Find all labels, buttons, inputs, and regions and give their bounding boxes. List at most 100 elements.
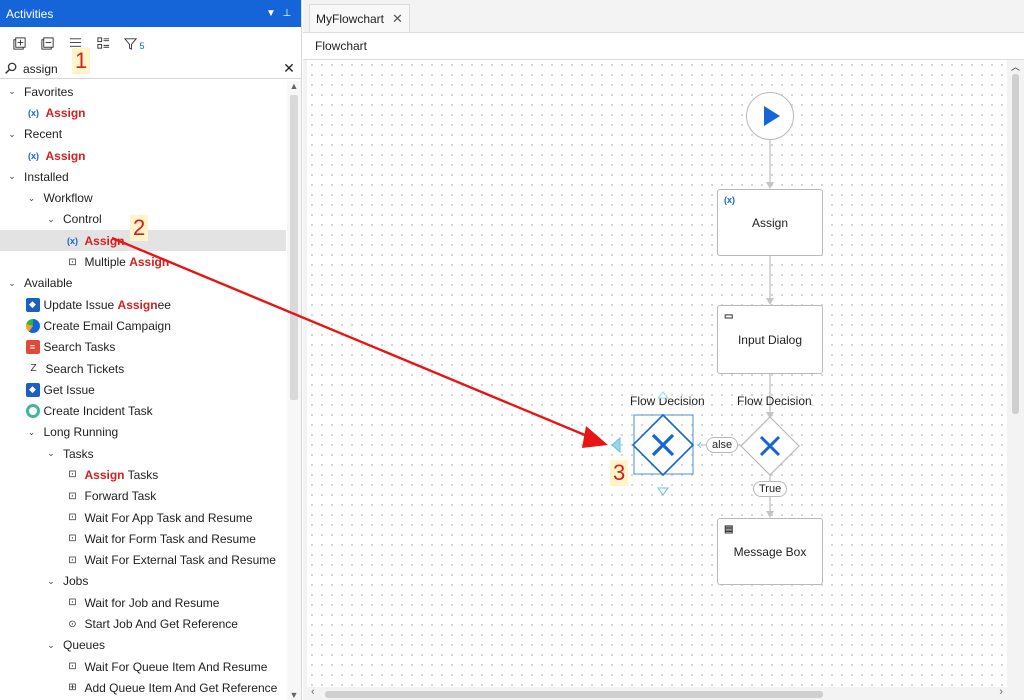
tree-item-label: Start Job And Get Reference: [84, 617, 238, 632]
chevron-down-icon[interactable]: ⌄: [45, 214, 57, 225]
activity-item[interactable]: Create Incident Task: [0, 400, 286, 421]
tree-category[interactable]: ⌄ Available: [0, 273, 286, 294]
clear-search-icon[interactable]: ✕: [281, 60, 297, 77]
panel-menu-icon[interactable]: ▼: [263, 8, 279, 19]
activity-item[interactable]: ≡ Search Tasks: [0, 337, 286, 358]
campaign-icon: [25, 318, 40, 333]
tree-category[interactable]: ⌄ Recent: [0, 124, 286, 145]
breadcrumb-flowchart[interactable]: Flowchart: [315, 39, 367, 53]
expand-all-button[interactable]: [8, 32, 30, 54]
collapse-all-button[interactable]: [36, 32, 58, 54]
activity-item[interactable]: ⊡ Wait For External Task and Resume: [0, 550, 286, 571]
assign-node-label: Assign: [751, 215, 789, 230]
tree-item-label: Forward Task: [84, 489, 157, 504]
flow-decision-2-label: Flow Decision: [737, 394, 812, 408]
chevron-down-icon[interactable]: ⌄: [45, 448, 57, 459]
tree-category[interactable]: ⌄ Tasks: [0, 443, 286, 464]
tree-category[interactable]: ⌄ Favorites: [0, 81, 286, 102]
activity-item[interactable]: (x) Assign: [0, 102, 286, 123]
canvas-vertical-scrollbar[interactable]: ︿: [1007, 60, 1024, 687]
close-tab-icon[interactable]: ✕: [392, 11, 403, 27]
activity-item[interactable]: Create Email Campaign: [0, 315, 286, 336]
tree-item-label: Recent: [24, 127, 63, 142]
activity-item[interactable]: ⊡ Assign Tasks: [0, 464, 286, 485]
tree-item-label: Installed: [24, 169, 69, 184]
filter-count: 5: [139, 41, 145, 51]
canvas-scroll-up-icon[interactable]: ︿: [1007, 60, 1024, 73]
group-view-button[interactable]: [92, 32, 114, 54]
activity-item[interactable]: ⊞ Add Queue Item And Get Reference: [0, 677, 286, 698]
tree-category[interactable]: ⌄ Jobs: [0, 571, 286, 592]
tree-view-icon: [96, 36, 109, 49]
activity-item[interactable]: ⊡ Wait For Queue Item And Resume: [0, 656, 286, 677]
canvas-horizontal-scrollbar[interactable]: ‹ ›: [307, 686, 1007, 700]
activity-icon: ⊡: [68, 533, 77, 545]
chevron-down-icon[interactable]: ⌄: [26, 193, 38, 204]
input-dialog-node[interactable]: ▭ Input Dialog: [717, 305, 823, 374]
document-tabs: MyFlowchart ✕: [303, 0, 1024, 33]
canvas-hscroll-thumb[interactable]: [325, 691, 823, 698]
activity-item[interactable]: ⊡ Multiple Assign: [0, 251, 286, 272]
activity-item[interactable]: ◆ Get Issue: [0, 379, 286, 400]
scroll-up-icon[interactable]: ▲: [287, 81, 301, 91]
start-node[interactable]: [746, 92, 794, 140]
tree-item-label: Add Queue Item And Get Reference: [84, 680, 278, 695]
input-dialog-label: Input Dialog: [737, 332, 803, 347]
scroll-down-icon[interactable]: ▼: [287, 690, 301, 700]
pin-icon[interactable]: ⊥: [279, 8, 295, 19]
tree-category[interactable]: ⌄ Queues: [0, 635, 286, 656]
activity-item[interactable]: ⊡ Wait for Job and Resume: [0, 592, 286, 613]
collapse-all-icon: [40, 36, 54, 50]
activities-scrollbar[interactable]: ▲ ▼: [287, 81, 301, 700]
chevron-down-icon[interactable]: ⌄: [45, 640, 57, 651]
scroll-left-icon[interactable]: ‹: [311, 686, 315, 698]
tab-myflowchart[interactable]: MyFlowchart ✕: [309, 4, 410, 32]
tree-category[interactable]: ⌄ Installed: [0, 166, 286, 187]
tree-item-label: Create Email Campaign: [43, 318, 171, 333]
tree-item-label: Assign: [84, 233, 125, 248]
servicenow-icon: [25, 404, 40, 419]
chevron-down-icon[interactable]: ⌄: [6, 171, 18, 182]
breadcrumb: Flowchart: [303, 33, 1024, 60]
filter-button[interactable]: 5: [120, 32, 148, 54]
designer-panel: MyFlowchart ✕ Flowchart ︿ ‹ ›: [303, 0, 1024, 700]
activity-item[interactable]: ⊡ Wait For App Task and Resume: [0, 507, 286, 528]
scroll-thumb[interactable]: [290, 95, 298, 400]
tree-category[interactable]: ⌄ Workflow: [0, 187, 286, 208]
chevron-down-icon[interactable]: ⌄: [6, 278, 18, 289]
activities-toolbar: 5: [0, 27, 301, 59]
chevron-down-icon[interactable]: ⌄: [6, 86, 18, 97]
chevron-down-icon[interactable]: ⌄: [6, 129, 18, 140]
tree-item-label: Control: [63, 212, 102, 227]
tree-item-label: Wait for Job and Resume: [84, 595, 220, 610]
canvas-scroll-thumb[interactable]: [1012, 74, 1019, 414]
activity-item[interactable]: ⊡ Wait for Form Task and Resume: [0, 528, 286, 549]
search-input[interactable]: assign: [23, 62, 281, 76]
chevron-down-icon[interactable]: ⌄: [26, 427, 38, 438]
assign-node[interactable]: (x) Assign: [717, 189, 823, 256]
activity-icon: ⊡: [68, 490, 77, 502]
flow-decision-2-node[interactable]: [740, 416, 800, 476]
chevron-down-icon[interactable]: ⌄: [45, 576, 57, 587]
scroll-right-icon[interactable]: ›: [999, 686, 1003, 698]
variable-icon: (x): [67, 235, 78, 246]
activity-item[interactable]: ◆ Update Issue Assignee: [0, 294, 286, 315]
tree-item-label: Available: [24, 276, 73, 291]
flowchart-canvas[interactable]: [307, 60, 1007, 687]
activity-icon: ⊡: [68, 554, 77, 566]
tab-label: MyFlowchart: [316, 11, 385, 26]
activity-item[interactable]: ⊡ Forward Task: [0, 486, 286, 507]
tree-item-label: Multiple Assign: [84, 255, 170, 270]
search-bar[interactable]: assign ✕: [0, 59, 301, 79]
variable-icon: (x): [28, 150, 39, 161]
activity-item[interactable]: (x) Assign: [0, 145, 286, 166]
tree-item-label: Workflow: [43, 191, 93, 206]
jira-icon: ◆: [25, 382, 40, 397]
tree-item-label: Wait For Queue Item And Resume: [84, 659, 268, 674]
tree-category[interactable]: ⌄ Long Running: [0, 422, 286, 443]
activity-item[interactable]: Z Search Tickets: [0, 358, 286, 379]
message-box-node[interactable]: ▤ Message Box: [717, 518, 823, 585]
tree-item-label: Queues: [63, 638, 106, 653]
activity-item[interactable]: ⊙ Start Job And Get Reference: [0, 613, 286, 634]
activity-icon: ⊡: [68, 512, 77, 524]
